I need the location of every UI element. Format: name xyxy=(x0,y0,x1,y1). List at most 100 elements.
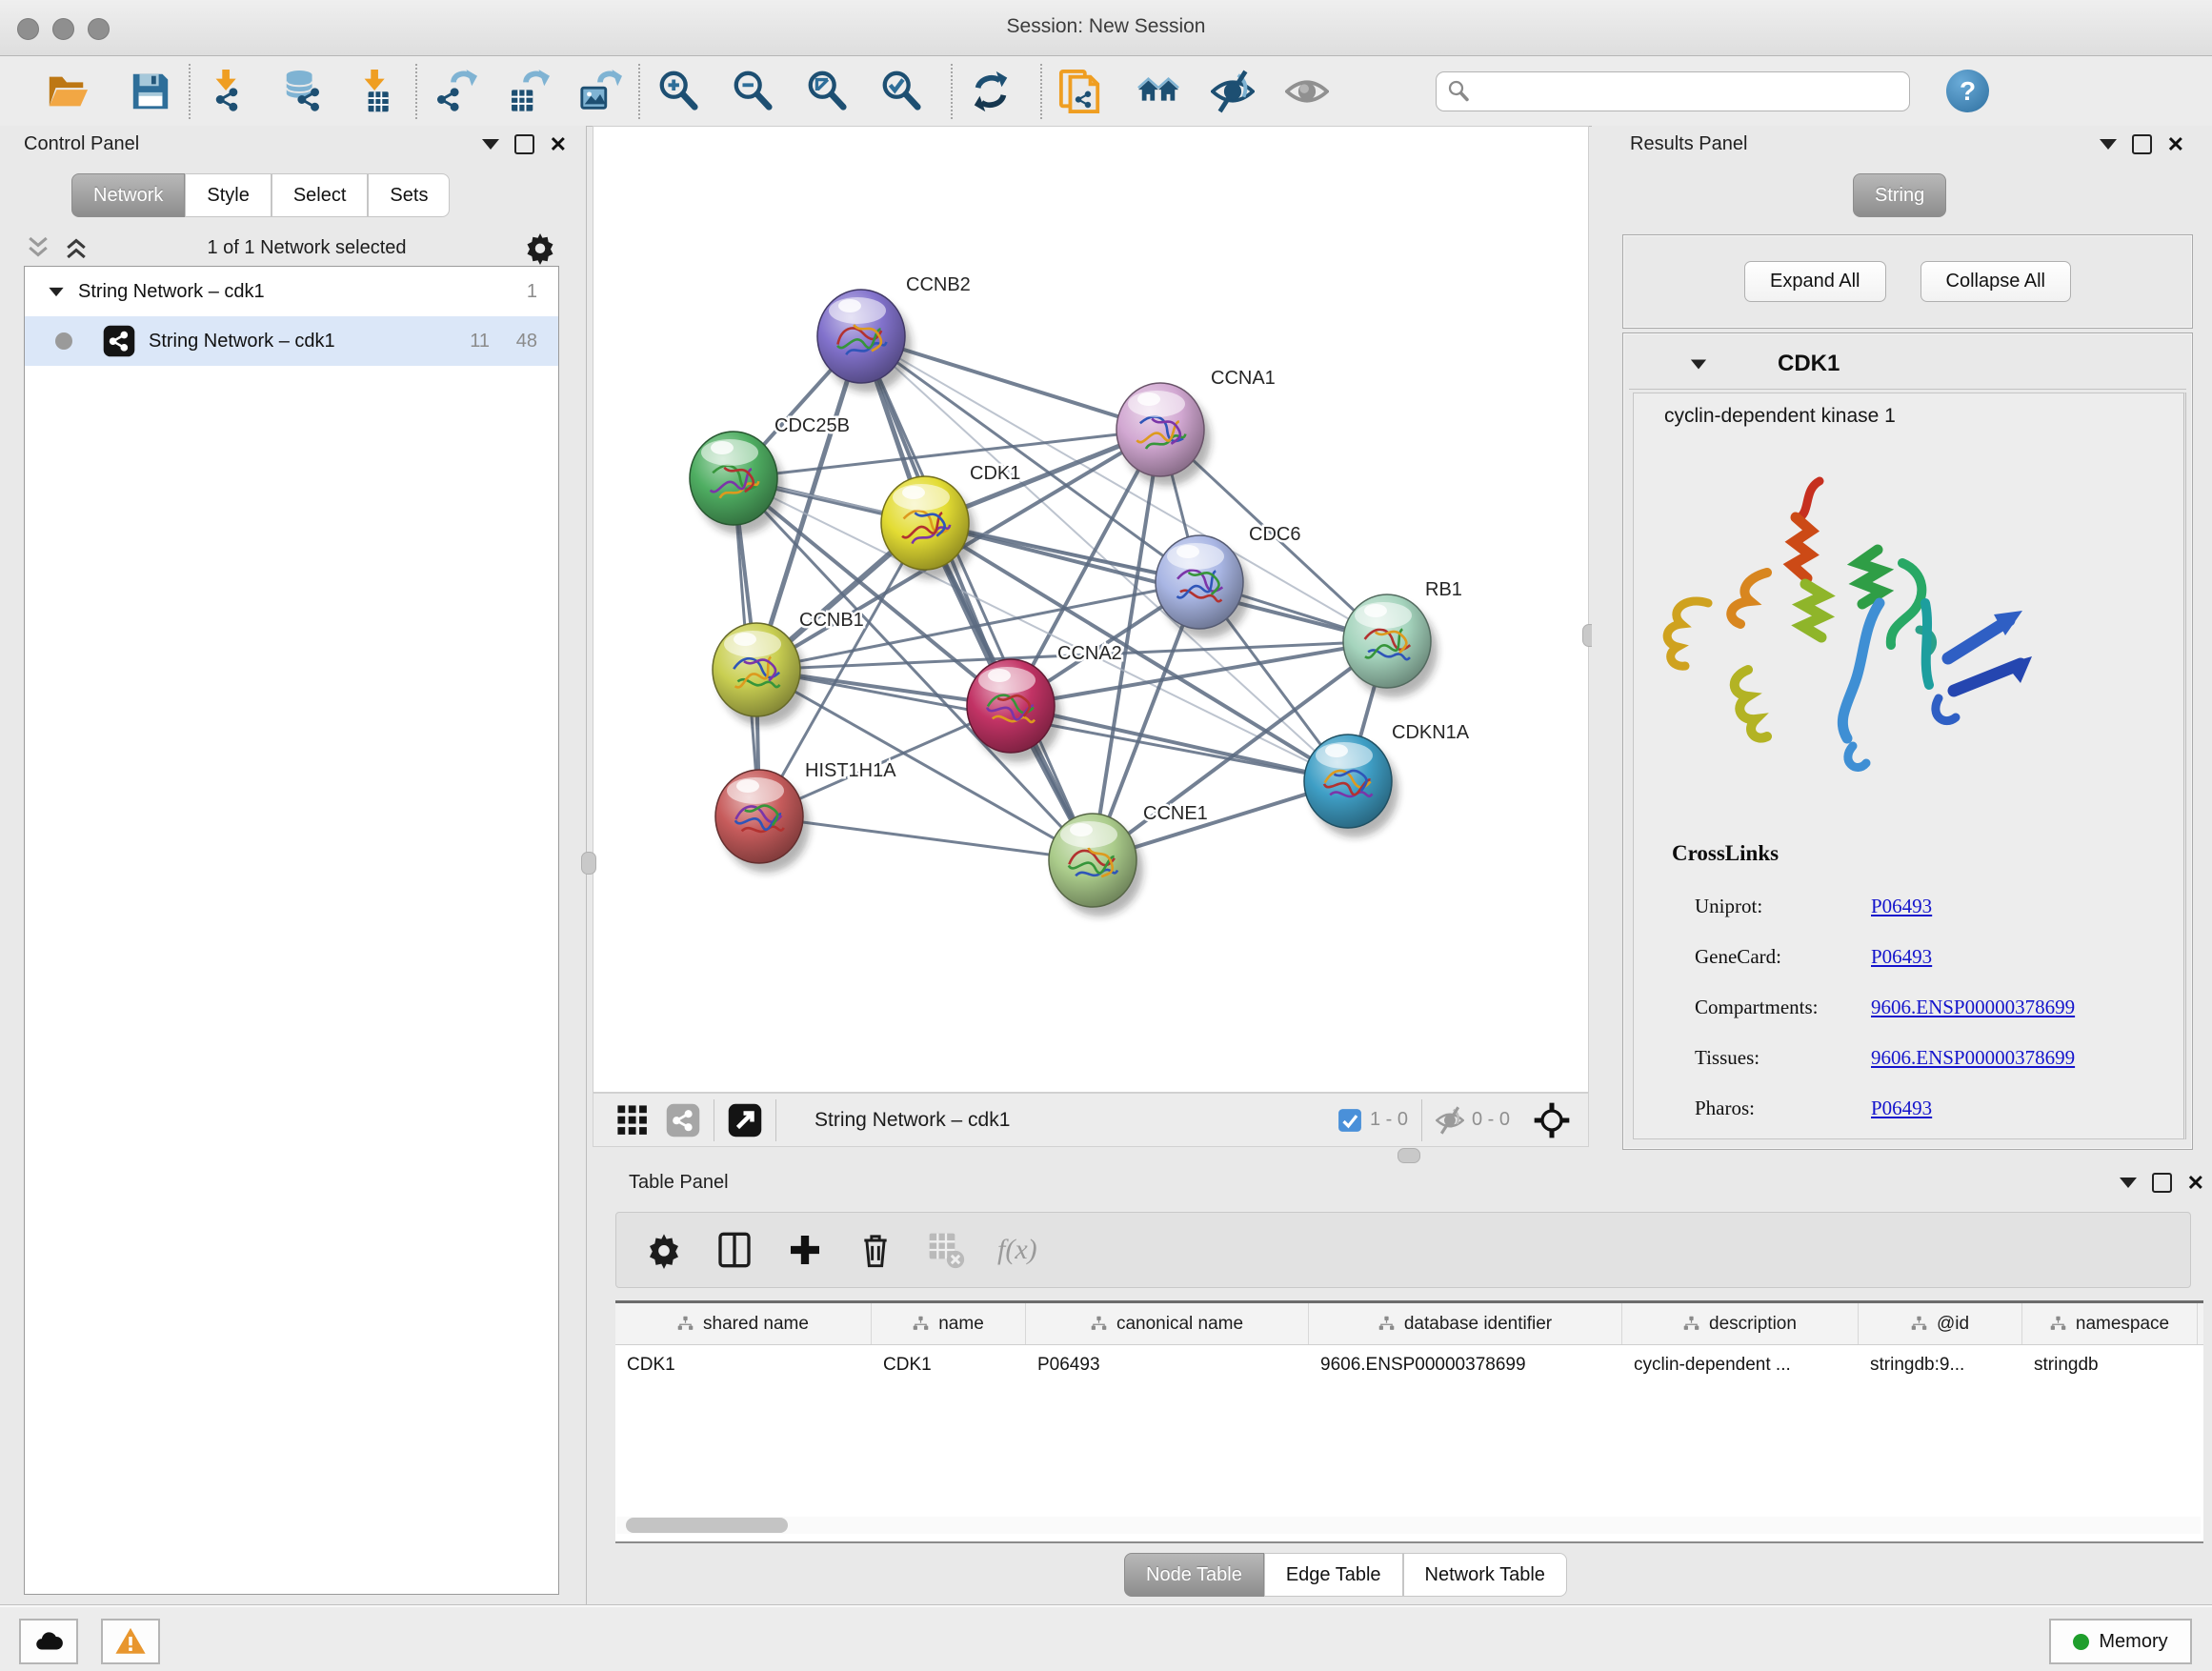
network-collection-row[interactable]: String Network – cdk1 1 xyxy=(25,267,558,316)
table-hscrollbar-thumb[interactable] xyxy=(626,1518,788,1533)
network-options-gear-icon[interactable] xyxy=(523,231,557,265)
control-tab-sets[interactable]: Sets xyxy=(368,173,450,217)
export-image-icon[interactable] xyxy=(572,63,629,120)
expand-all-chevron-icon[interactable] xyxy=(62,233,90,262)
layout-houses-icon[interactable] xyxy=(1130,63,1187,120)
network-node-CCNB2[interactable] xyxy=(817,290,912,393)
refresh-view-icon[interactable] xyxy=(962,63,1019,120)
open-in-window-icon[interactable] xyxy=(728,1103,762,1137)
column-header-description[interactable]: description xyxy=(1622,1303,1859,1344)
table-panel: Table Panel ✕ f(x) shared namenamecanoni… xyxy=(593,1164,2212,1604)
crosslink-link[interactable]: P06493 xyxy=(1871,945,1932,969)
network-node-HIST1H1A[interactable] xyxy=(715,770,810,873)
control-panel-float-icon[interactable] xyxy=(514,134,534,154)
zoom-fit-icon[interactable] xyxy=(798,63,855,120)
column-header-canonical-name[interactable]: canonical name xyxy=(1026,1303,1309,1344)
memory-button[interactable]: Memory xyxy=(2049,1619,2192,1664)
import-network-database-icon[interactable] xyxy=(274,63,332,120)
cell-@id[interactable]: stringdb:9... xyxy=(1859,1345,2022,1385)
table-tab-node-table[interactable]: Node Table xyxy=(1124,1553,1264,1597)
table-panel-close-icon[interactable]: ✕ xyxy=(2187,1173,2204,1194)
table-toolbar: f(x) xyxy=(615,1212,2191,1288)
network-row-selected[interactable]: String Network – cdk1 11 48 xyxy=(25,316,558,366)
zoom-out-icon[interactable] xyxy=(724,63,781,120)
cell-canonical-name[interactable]: P06493 xyxy=(1026,1345,1309,1385)
add-column-icon[interactable] xyxy=(786,1231,824,1269)
network-node-CCNA1[interactable] xyxy=(1116,383,1211,486)
cell-description[interactable]: cyclin-dependent ... xyxy=(1622,1345,1859,1385)
control-panel-collapse-icon[interactable] xyxy=(482,139,499,150)
collapse-all-button[interactable]: Collapse All xyxy=(1920,261,2072,302)
cell-namespace[interactable]: stringdb xyxy=(2022,1345,2198,1385)
cell-shared-name[interactable]: CDK1 xyxy=(615,1345,872,1385)
network-edge[interactable] xyxy=(1011,706,1348,781)
network-current-dot xyxy=(55,332,72,350)
show-columns-icon[interactable] xyxy=(715,1231,754,1269)
gene-section-header[interactable]: CDK1 xyxy=(1629,339,2186,390)
crosslink-link[interactable]: P06493 xyxy=(1871,1097,1932,1120)
table-tab-edge-table[interactable]: Edge Table xyxy=(1264,1553,1403,1597)
control-tab-style[interactable]: Style xyxy=(185,173,271,217)
control-tab-select[interactable]: Select xyxy=(271,173,369,217)
export-network-icon[interactable] xyxy=(427,63,484,120)
gene-description: cyclin-dependent kinase 1 xyxy=(1664,405,1896,428)
save-session-icon[interactable] xyxy=(122,63,179,120)
new-network-from-selection-icon[interactable] xyxy=(1052,63,1109,120)
selected-nodes-checkbox-icon[interactable] xyxy=(1337,1108,1362,1133)
birds-eye-view-icon[interactable] xyxy=(616,1104,649,1137)
column-header-@id[interactable]: @id xyxy=(1859,1303,2022,1344)
gene-collapse-icon[interactable] xyxy=(1691,359,1706,369)
table-panel-collapse-icon[interactable] xyxy=(2120,1178,2137,1188)
hide-selected-eye-slash-icon[interactable] xyxy=(1204,63,1261,120)
results-panel-collapse-icon[interactable] xyxy=(2100,139,2117,150)
table-hscrollbar[interactable] xyxy=(616,1517,2201,1534)
cloud-status-button[interactable] xyxy=(19,1619,78,1664)
network-view-canvas[interactable]: CCNB2CCNA1CDC25BCDK1CDC6RB1CCNB1CCNA2CDK… xyxy=(593,126,1589,1093)
results-panel-close-icon[interactable]: ✕ xyxy=(2167,134,2184,155)
left-splitter-handle[interactable] xyxy=(581,852,596,875)
help-icon[interactable]: ? xyxy=(1946,70,1989,112)
results-tab-string[interactable]: String xyxy=(1853,173,1946,217)
search-input[interactable] xyxy=(1436,71,1910,111)
delete-column-trash-icon[interactable] xyxy=(856,1231,895,1269)
network-collection-label: String Network – cdk1 xyxy=(78,281,265,303)
column-header-namespace[interactable]: namespace xyxy=(2022,1303,2198,1344)
network-node-CCNE1[interactable] xyxy=(1049,814,1143,916)
zoom-in-icon[interactable] xyxy=(650,63,707,120)
cell-name[interactable]: CDK1 xyxy=(872,1345,1026,1385)
control-panel-close-icon[interactable]: ✕ xyxy=(550,134,567,155)
import-network-file-icon[interactable] xyxy=(200,63,257,120)
crosslink-link[interactable]: 9606.ENSP00000378699 xyxy=(1871,996,2075,1019)
table-row[interactable]: CDK1CDK1P064939606.ENSP00000378699cyclin… xyxy=(615,1345,2203,1385)
results-panel-float-icon[interactable] xyxy=(2132,134,2152,154)
import-table-file-icon[interactable] xyxy=(349,63,406,120)
column-header-database-identifier[interactable]: database identifier xyxy=(1309,1303,1622,1344)
network-node-RB1[interactable] xyxy=(1343,594,1438,697)
expand-all-button[interactable]: Expand All xyxy=(1744,261,1886,302)
tree-expand-icon[interactable] xyxy=(49,287,63,295)
column-header-shared-name[interactable]: shared name xyxy=(615,1303,872,1344)
warnings-button[interactable] xyxy=(101,1619,160,1664)
bottom-splitter-handle[interactable] xyxy=(1398,1148,1420,1163)
collapse-all-chevron-icon[interactable] xyxy=(24,233,52,262)
zoom-selected-icon[interactable] xyxy=(873,63,930,120)
open-file-icon[interactable] xyxy=(38,63,95,120)
table-tab-network-table[interactable]: Network Table xyxy=(1403,1553,1567,1597)
export-table-icon[interactable] xyxy=(499,63,556,120)
table-options-gear-icon[interactable] xyxy=(645,1231,683,1269)
cell-database-identifier[interactable]: 9606.ENSP00000378699 xyxy=(1309,1345,1622,1385)
table-panel-float-icon[interactable] xyxy=(2152,1173,2172,1193)
control-tab-network[interactable]: Network xyxy=(71,173,185,217)
network-node-CCNA2[interactable] xyxy=(967,659,1061,762)
crosslink-link[interactable]: P06493 xyxy=(1871,895,1932,918)
fit-selection-crosshair-icon[interactable] xyxy=(1533,1101,1571,1139)
show-all-eye-icon[interactable] xyxy=(1278,63,1336,120)
network-view-footer: String Network – cdk1 1 - 0 0 - 0 xyxy=(593,1093,1589,1147)
network-share-icon[interactable] xyxy=(666,1103,700,1137)
column-header-name[interactable]: name xyxy=(872,1303,1026,1344)
crosslink-link[interactable]: 9606.ENSP00000378699 xyxy=(1871,1046,2075,1070)
network-node-CDC25B[interactable] xyxy=(690,432,784,534)
network-node-CDK1[interactable] xyxy=(881,476,975,579)
network-node-CDKN1A[interactable] xyxy=(1304,735,1398,837)
network-node-CDC6[interactable] xyxy=(1156,535,1250,638)
